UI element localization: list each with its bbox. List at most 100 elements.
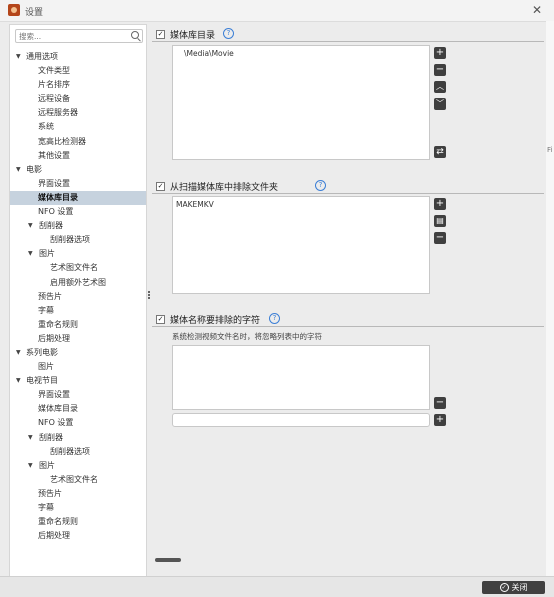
tree-item[interactable]: 字幕 — [10, 304, 146, 318]
tree-item[interactable]: 重命名规则 — [10, 318, 146, 332]
tree-item[interactable]: 片名排序 — [10, 78, 146, 92]
tree-item[interactable]: 艺术图文件名 — [10, 261, 146, 275]
section-divider — [152, 41, 544, 42]
expand-arrow-icon[interactable]: ▼ — [28, 431, 33, 445]
tree-item[interactable]: ▼ 图片 — [10, 247, 146, 261]
tree-item-label: 图片 — [39, 460, 55, 470]
tree-item-label: 预告片 — [38, 291, 62, 301]
tree-item[interactable]: ▼ 刮削器 — [10, 431, 146, 445]
close-window-icon[interactable]: ✕ — [532, 3, 542, 17]
exclude-dirs-title: 从扫描媒体库中排除文件夹 — [170, 183, 279, 193]
tree-item[interactable]: 远程设备 — [10, 92, 146, 106]
expand-arrow-icon[interactable]: ▼ — [28, 219, 33, 233]
scrollbar-thumb[interactable] — [155, 558, 181, 562]
tree-item-label: 刮削器 — [39, 432, 63, 442]
tree-item-label: 艺术图文件名 — [50, 263, 98, 273]
exclude-dir-item[interactable]: MAKEMKV — [176, 200, 214, 209]
expand-arrow-icon[interactable]: ▼ — [28, 247, 33, 261]
tree-item[interactable]: 图片 — [10, 360, 146, 374]
exclude-dirs-list[interactable]: MAKEMKV — [172, 196, 430, 294]
exclude-char-input[interactable] — [172, 413, 430, 427]
tree-item-label: 后期处理 — [38, 531, 70, 541]
tree-item-label: 刮削器选项 — [50, 446, 90, 456]
tree-item-label: 重命名规则 — [38, 517, 78, 527]
media-dirs-list[interactable]: \Media\Movie — [172, 45, 430, 160]
search-input[interactable] — [19, 30, 127, 42]
tree-item-label: 媒体库目录 — [38, 192, 78, 202]
tree-item[interactable]: 其他设置 — [10, 149, 146, 163]
remove-exclude-dir-button[interactable]: − — [434, 232, 446, 244]
tree-item-label: 电视节目 — [26, 376, 58, 386]
tree-item[interactable]: 艺术图文件名 — [10, 473, 146, 487]
media-dirs-help-icon[interactable]: ? — [223, 28, 234, 39]
tree-item[interactable]: ▼ 刮削器 — [10, 219, 146, 233]
tree-item[interactable]: 预告片 — [10, 487, 146, 501]
add-exclude-file-button[interactable]: ▤ — [434, 215, 446, 227]
close-button[interactable]: ✓ 关闭 — [482, 581, 545, 594]
expand-arrow-icon[interactable]: ▼ — [16, 50, 21, 64]
tree-item-label: 预告片 — [38, 488, 62, 498]
add-media-dir-button[interactable]: + — [434, 47, 446, 59]
tree-item[interactable]: ▼ 通用选项 — [10, 50, 146, 64]
tree-item[interactable]: 界面设置 — [10, 388, 146, 402]
expand-arrow-icon[interactable]: ▼ — [16, 163, 21, 177]
move-down-button[interactable]: ﹀ — [434, 98, 446, 110]
tree-item[interactable]: ▼ 电视节目 — [10, 374, 146, 388]
tree-item-label: 图片 — [38, 362, 54, 372]
tree-item-label: 文件类型 — [38, 66, 70, 76]
expand-arrow-icon[interactable]: ▼ — [28, 459, 33, 473]
tree-item[interactable]: 远程服务器 — [10, 106, 146, 120]
tree-item[interactable]: 刮削器选项 — [10, 233, 146, 247]
tree-item[interactable]: 刮削器选项 — [10, 445, 146, 459]
section-divider — [152, 193, 544, 194]
tree-item-label: 刮削器选项 — [50, 235, 90, 245]
close-button-label: 关闭 — [511, 583, 528, 592]
remove-media-dir-button[interactable]: − — [434, 64, 446, 76]
tree-item[interactable]: 文件类型 — [10, 64, 146, 78]
horizontal-scrollbar[interactable] — [155, 557, 541, 563]
tree-item[interactable]: ▼ 电影 — [10, 163, 146, 177]
media-dirs-checkbox[interactable]: ✓ — [156, 30, 165, 39]
search-box[interactable] — [15, 29, 143, 43]
tree-item-label: 远程设备 — [38, 94, 70, 104]
tree-item[interactable]: NFO 设置 — [10, 416, 146, 430]
search-icon[interactable] — [131, 31, 139, 39]
tree-item[interactable]: ▼ 系列电影 — [10, 346, 146, 360]
tree-item-label: 启用额外艺术图 — [50, 277, 106, 287]
tree-item[interactable]: 后期处理 — [10, 529, 146, 543]
tree-item[interactable]: NFO 设置 — [10, 205, 146, 219]
tree-item[interactable]: 预告片 — [10, 290, 146, 304]
tree-item-label: NFO 设置 — [38, 207, 74, 217]
remove-exclude-char-button[interactable]: − — [434, 397, 446, 409]
tree-item-label: 片名排序 — [38, 80, 70, 90]
exclude-chars-list[interactable] — [172, 345, 430, 410]
check-circle-icon: ✓ — [499, 583, 509, 592]
media-dir-item[interactable]: \Media\Movie — [184, 49, 234, 58]
tree-item[interactable]: 宽高比检测器 — [10, 135, 146, 149]
tree-item[interactable]: 界面设置 — [10, 177, 146, 191]
tree-item[interactable]: 系统 — [10, 120, 146, 134]
tree-item[interactable]: 启用额外艺术图 — [10, 276, 146, 290]
tree-item[interactable]: ▼ 图片 — [10, 459, 146, 473]
expand-arrow-icon[interactable]: ▼ — [16, 346, 21, 360]
exclude-dirs-help-icon[interactable]: ? — [315, 180, 326, 191]
section-divider — [152, 326, 544, 327]
tree-item[interactable]: 重命名规则 — [10, 515, 146, 529]
add-exclude-dir-button[interactable]: + — [434, 198, 446, 210]
tree-item[interactable]: 媒体库目录 — [10, 402, 146, 416]
expand-arrow-icon[interactable]: ▼ — [16, 374, 21, 388]
exclude-chars-checkbox[interactable]: ✓ — [156, 315, 165, 324]
tree-item[interactable]: 后期处理 — [10, 332, 146, 346]
add-exclude-char-button[interactable]: + — [434, 414, 446, 426]
tree-item-label: 系列电影 — [26, 347, 58, 357]
tree-item-label: 重命名规则 — [38, 319, 78, 329]
tree-item-label: 字幕 — [38, 305, 54, 315]
tree-item-label: 远程服务器 — [38, 108, 78, 118]
exchange-dir-button[interactable]: ⇄ — [434, 146, 446, 158]
tree-item[interactable]: 字幕 — [10, 501, 146, 515]
move-up-button[interactable]: ︿ — [434, 81, 446, 93]
tree-item[interactable]: 媒体库目录 — [10, 190, 146, 206]
exclude-chars-help-icon[interactable]: ? — [269, 313, 280, 324]
exclude-dirs-checkbox[interactable]: ✓ — [156, 182, 165, 191]
dialog-footer: ✓ 关闭 — [0, 576, 554, 597]
